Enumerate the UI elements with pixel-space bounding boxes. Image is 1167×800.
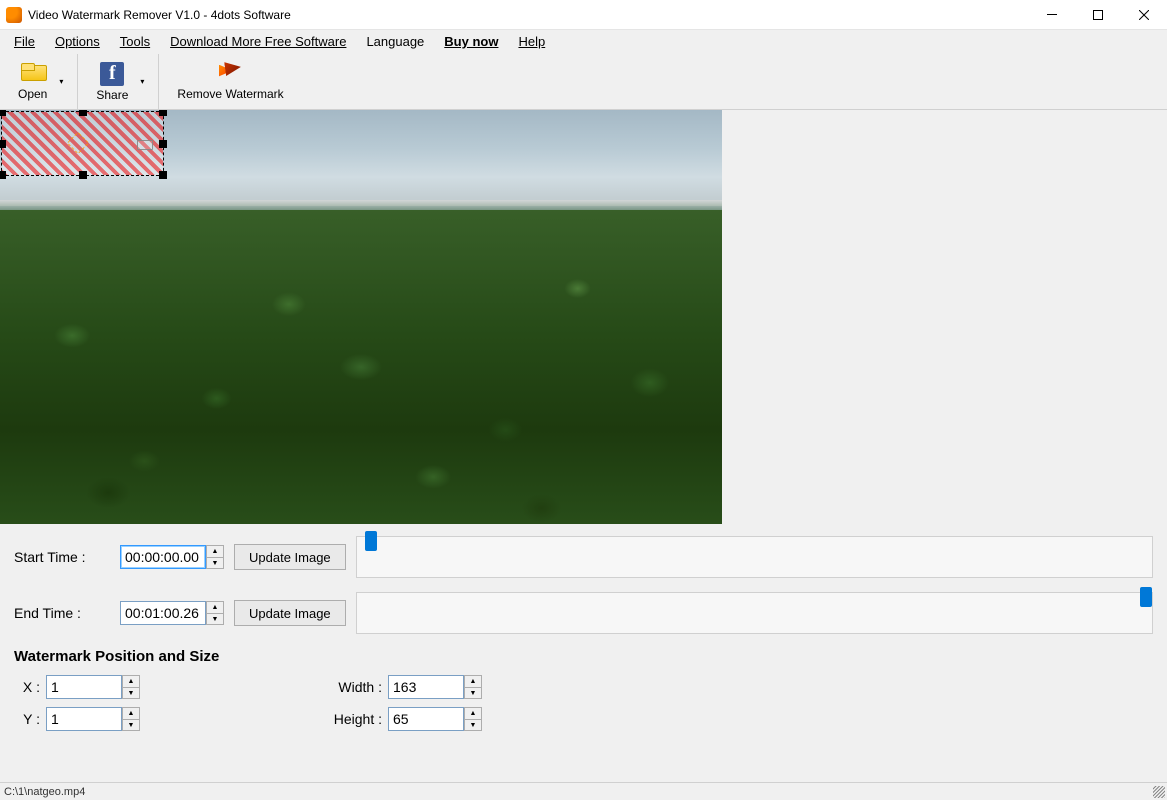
controls-panel: Start Time : ▲ ▼ Update Image End Time :… bbox=[0, 524, 1167, 782]
titlebar: Video Watermark Remover V1.0 - 4dots Sof… bbox=[0, 0, 1167, 30]
resize-handle-n[interactable] bbox=[79, 110, 87, 116]
menu-help[interactable]: Help bbox=[508, 32, 555, 51]
start-time-input[interactable] bbox=[120, 545, 206, 569]
menu-language[interactable]: Language bbox=[356, 32, 434, 51]
y-down[interactable]: ▼ bbox=[122, 719, 140, 731]
resize-handle-ne[interactable] bbox=[159, 110, 167, 116]
start-slider-track[interactable] bbox=[356, 536, 1153, 578]
width-input[interactable] bbox=[388, 675, 464, 699]
resize-grip[interactable] bbox=[1153, 786, 1165, 798]
x-down[interactable]: ▼ bbox=[122, 687, 140, 699]
y-row: Y : ▲▼ bbox=[14, 707, 140, 731]
share-label: Share bbox=[96, 88, 128, 102]
width-up[interactable]: ▲ bbox=[464, 675, 482, 687]
menu-tools[interactable]: Tools bbox=[110, 32, 160, 51]
share-button[interactable]: f Share bbox=[88, 58, 136, 106]
height-input[interactable] bbox=[388, 707, 464, 731]
start-time-row: Start Time : ▲ ▼ Update Image bbox=[14, 536, 1153, 578]
resize-handle-nw[interactable] bbox=[0, 110, 6, 116]
start-slider-thumb[interactable] bbox=[365, 531, 377, 551]
width-down[interactable]: ▼ bbox=[464, 687, 482, 699]
update-image-end-button[interactable]: Update Image bbox=[234, 600, 346, 626]
resize-handle-s[interactable] bbox=[79, 171, 87, 179]
update-image-start-button[interactable]: Update Image bbox=[234, 544, 346, 570]
x-up[interactable]: ▲ bbox=[122, 675, 140, 687]
folder-open-icon bbox=[21, 63, 45, 85]
position-size-grid: X : ▲▼ Y : ▲▼ Width : ▲▼ bbox=[14, 675, 1153, 731]
height-label: Height : bbox=[320, 711, 382, 727]
video-preview[interactable] bbox=[0, 110, 722, 524]
y-up[interactable]: ▲ bbox=[122, 707, 140, 719]
x-input[interactable] bbox=[46, 675, 122, 699]
menu-buy-now[interactable]: Buy now bbox=[434, 32, 508, 51]
window-title: Video Watermark Remover V1.0 - 4dots Sof… bbox=[28, 8, 1029, 22]
toolbar-group-open: Open ▾ bbox=[0, 54, 78, 109]
end-time-spinner: ▲ ▼ bbox=[120, 601, 224, 625]
status-path: C:\1\natgeo.mp4 bbox=[4, 786, 85, 798]
watermark-selection[interactable] bbox=[1, 111, 164, 176]
app-icon bbox=[6, 7, 22, 23]
start-time-down[interactable]: ▼ bbox=[206, 557, 224, 569]
share-dropdown[interactable]: ▾ bbox=[136, 77, 148, 86]
remove-label: Remove Watermark bbox=[177, 87, 283, 101]
resize-handle-w[interactable] bbox=[0, 140, 6, 148]
end-time-input[interactable] bbox=[120, 601, 206, 625]
menu-download[interactable]: Download More Free Software bbox=[160, 32, 356, 51]
x-row: X : ▲▼ bbox=[14, 675, 140, 699]
y-label: Y : bbox=[14, 711, 40, 727]
statusbar: C:\1\natgeo.mp4 bbox=[0, 782, 1167, 800]
preview-side-panel bbox=[722, 110, 1167, 524]
workspace bbox=[0, 110, 1167, 524]
menu-options[interactable]: Options bbox=[45, 32, 110, 51]
y-input[interactable] bbox=[46, 707, 122, 731]
width-label: Width : bbox=[320, 679, 382, 695]
end-time-down[interactable]: ▼ bbox=[206, 613, 224, 625]
cursor-arrow-icon bbox=[219, 63, 243, 85]
end-slider-thumb[interactable] bbox=[1140, 587, 1152, 607]
height-up[interactable]: ▲ bbox=[464, 707, 482, 719]
height-down[interactable]: ▼ bbox=[464, 719, 482, 731]
facebook-icon: f bbox=[100, 62, 124, 86]
start-time-label: Start Time : bbox=[14, 549, 110, 565]
end-time-row: End Time : ▲ ▼ Update Image bbox=[14, 592, 1153, 634]
toolbar-group-remove: Remove Watermark bbox=[159, 54, 301, 109]
x-label: X : bbox=[14, 679, 40, 695]
window-controls bbox=[1029, 0, 1167, 30]
close-button[interactable] bbox=[1121, 0, 1167, 30]
remove-watermark-button[interactable]: Remove Watermark bbox=[169, 58, 291, 106]
toolbar: Open ▾ f Share ▾ Remove Watermark bbox=[0, 54, 1167, 110]
resize-handle-se[interactable] bbox=[159, 171, 167, 179]
position-size-heading: Watermark Position and Size bbox=[14, 648, 1153, 665]
open-dropdown[interactable]: ▾ bbox=[55, 77, 67, 86]
open-button[interactable]: Open bbox=[10, 58, 55, 106]
end-time-up[interactable]: ▲ bbox=[206, 601, 224, 613]
start-time-up[interactable]: ▲ bbox=[206, 545, 224, 557]
start-time-spinner: ▲ ▼ bbox=[120, 545, 224, 569]
width-row: Width : ▲▼ bbox=[320, 675, 482, 699]
resize-handle-e[interactable] bbox=[159, 140, 167, 148]
region-icon bbox=[137, 140, 153, 150]
open-label: Open bbox=[18, 87, 47, 101]
toolbar-group-share: f Share ▾ bbox=[78, 54, 159, 109]
resize-handle-sw[interactable] bbox=[0, 171, 6, 179]
maximize-button[interactable] bbox=[1075, 0, 1121, 30]
end-time-label: End Time : bbox=[14, 605, 110, 621]
menu-file[interactable]: File bbox=[4, 32, 45, 51]
end-slider-track[interactable] bbox=[356, 592, 1153, 634]
menubar: File Options Tools Download More Free So… bbox=[0, 30, 1167, 54]
height-row: Height : ▲▼ bbox=[320, 707, 482, 731]
minimize-button[interactable] bbox=[1029, 0, 1075, 30]
